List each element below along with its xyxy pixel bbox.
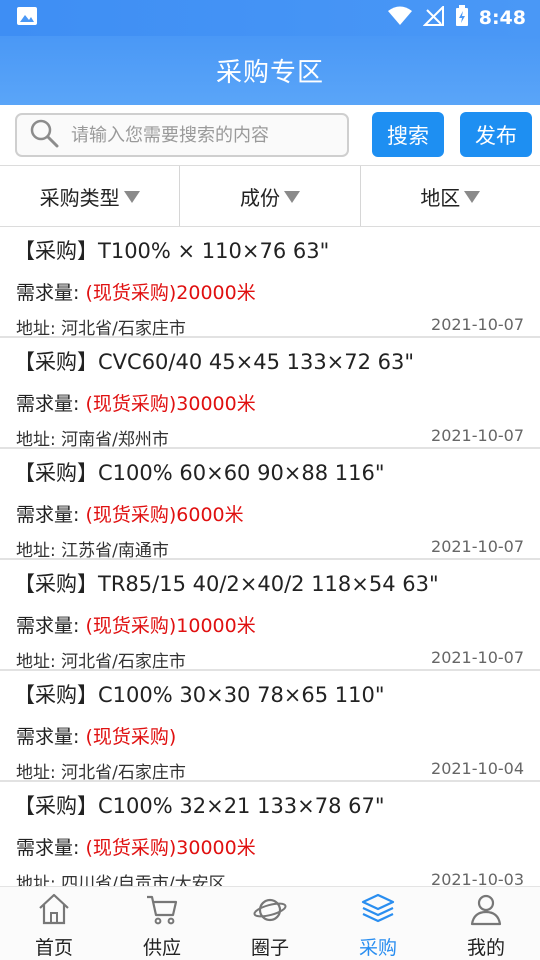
planet-icon (252, 891, 288, 931)
filter-purchase-type[interactable]: 采购类型 (0, 166, 179, 226)
demand-label: 需求量: (16, 504, 80, 526)
status-bar: 8:48 (0, 0, 540, 36)
dropdown-arrow-icon (123, 191, 140, 203)
item-date: 2021-10-07 (431, 648, 524, 667)
tab-circle[interactable]: 圈子 (216, 887, 324, 960)
list-item[interactable]: 【采购】C100% 60×60 90×88 116" 需求量: (现货采购)60… (0, 449, 540, 561)
demand-label: 需求量: (16, 615, 80, 637)
demand-value: (现货采购)20000米 (85, 282, 256, 304)
demand-label: 需求量: (16, 393, 80, 415)
demand-value: (现货采购)30000米 (85, 837, 256, 859)
tab-purchase[interactable]: 采购 (324, 887, 432, 960)
filter-composition[interactable]: 成份 (179, 166, 359, 226)
wifi-icon (387, 6, 413, 30)
item-date: 2021-10-07 (431, 537, 524, 556)
item-address: 地址: 四川省/自贡市/大安区 (16, 874, 226, 886)
tab-label: 供应 (142, 937, 181, 959)
purchase-list[interactable]: 【采购】T100% × 110×76 63" 需求量: (现货采购)20000米… (0, 227, 540, 886)
search-row: 搜索 发布 (0, 105, 540, 165)
filter-label: 成份 (239, 185, 280, 210)
battery-icon (455, 5, 469, 31)
tab-mine[interactable]: 我的 (432, 887, 540, 960)
item-address: 地址: 江苏省/南通市 (16, 541, 169, 561)
filter-bar: 采购类型 成份 地区 (0, 165, 540, 227)
dropdown-arrow-icon (283, 191, 300, 203)
demand-label: 需求量: (16, 837, 80, 859)
search-box[interactable] (15, 113, 349, 157)
demand-label: 需求量: (16, 726, 80, 748)
search-icon (29, 118, 59, 152)
tab-supply[interactable]: 供应 (108, 887, 216, 960)
home-icon (36, 891, 72, 931)
item-demand: 需求量: (现货采购)6000米 (16, 500, 244, 527)
bottom-tab-bar: 首页 供应 圈子 采购 我的 (0, 886, 540, 960)
item-address: 地址: 河北省/石家庄市 (16, 652, 186, 672)
item-address: 地址: 河北省/石家庄市 (16, 319, 186, 339)
list-item[interactable]: 【采购】TR85/15 40/2×40/2 118×54 63" 需求量: (现… (0, 560, 540, 672)
search-button[interactable]: 搜索 (372, 112, 444, 157)
item-demand: 需求量: (现货采购)30000米 (16, 389, 256, 416)
tab-label: 首页 (34, 937, 73, 959)
filter-region[interactable]: 地区 (359, 166, 540, 226)
signal-icon (422, 4, 445, 30)
page-title: 采购专区 (215, 58, 324, 88)
publish-button[interactable]: 发布 (460, 112, 532, 157)
demand-value: (现货采购)6000米 (85, 504, 244, 526)
search-input[interactable] (71, 124, 321, 146)
tab-label: 圈子 (250, 937, 289, 959)
item-address: 地址: 河南省/郑州市 (16, 430, 169, 450)
user-icon (468, 891, 504, 931)
cart-icon (144, 891, 180, 931)
item-date: 2021-10-07 (431, 315, 524, 334)
page-header: 采购专区 (0, 36, 540, 105)
item-title: 【采购】T100% × 110×76 63" (14, 239, 330, 263)
demand-label: 需求量: (16, 282, 80, 304)
item-address: 地址: 河北省/石家庄市 (16, 763, 186, 783)
item-date: 2021-10-07 (431, 426, 524, 445)
tab-label: 我的 (466, 937, 505, 959)
layers-icon (360, 891, 396, 931)
dropdown-arrow-icon (464, 191, 481, 203)
demand-value: (现货采购) (85, 726, 177, 748)
list-item[interactable]: 【采购】C100% 30×30 78×65 110" 需求量: (现货采购) 地… (0, 671, 540, 783)
item-title: 【采购】TR85/15 40/2×40/2 118×54 63" (14, 572, 439, 596)
status-time: 8:48 (478, 7, 526, 29)
demand-value: (现货采购)10000米 (85, 615, 256, 637)
item-title: 【采购】C100% 30×30 78×65 110" (14, 683, 385, 707)
list-item[interactable]: 【采购】CVC60/40 45×45 133×72 63" 需求量: (现货采购… (0, 338, 540, 450)
gallery-notification-icon (16, 6, 38, 30)
item-date: 2021-10-03 (431, 870, 524, 886)
item-demand: 需求量: (现货采购)10000米 (16, 611, 256, 638)
demand-value: (现货采购)30000米 (85, 393, 256, 415)
item-title: 【采购】C100% 32×21 133×78 67" (14, 794, 385, 818)
item-title: 【采购】CVC60/40 45×45 133×72 63" (14, 350, 415, 374)
item-demand: 需求量: (现货采购)20000米 (16, 278, 256, 305)
list-item[interactable]: 【采购】C100% 32×21 133×78 67" 需求量: (现货采购)30… (0, 782, 540, 886)
tab-home[interactable]: 首页 (0, 887, 108, 960)
item-date: 2021-10-04 (431, 759, 524, 778)
item-demand: 需求量: (现货采购) (16, 722, 176, 749)
item-title: 【采购】C100% 60×60 90×88 116" (14, 461, 385, 485)
item-demand: 需求量: (现货采购)30000米 (16, 833, 256, 860)
filter-label: 地区 (420, 185, 461, 210)
list-item[interactable]: 【采购】T100% × 110×76 63" 需求量: (现货采购)20000米… (0, 227, 540, 339)
filter-label: 采购类型 (39, 185, 120, 210)
tab-label: 采购 (358, 937, 397, 959)
